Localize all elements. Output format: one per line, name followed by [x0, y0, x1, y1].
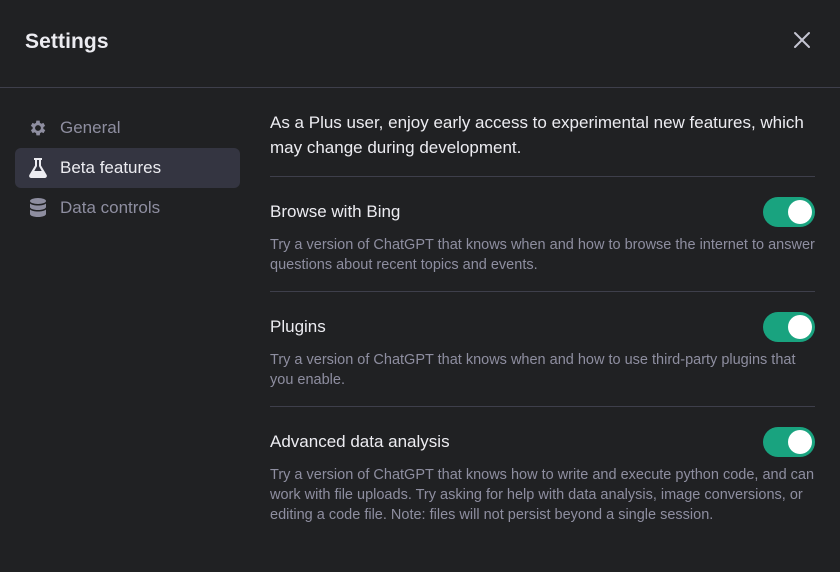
- intro-text: As a Plus user, enjoy early access to ex…: [270, 110, 815, 177]
- toggle-knob: [788, 430, 812, 454]
- sidebar-item-beta-features[interactable]: Beta features: [15, 148, 240, 188]
- settings-sidebar: General Beta features Data controls: [15, 108, 240, 228]
- dialog-header: Settings: [0, 0, 840, 88]
- sidebar-item-label: General: [60, 118, 121, 137]
- gear-icon: [27, 117, 49, 139]
- plugins-toggle[interactable]: [763, 312, 815, 342]
- feature-plugins: Plugins Try a version of ChatGPT that kn…: [270, 292, 815, 407]
- close-icon: [793, 31, 811, 54]
- browse-with-bing-toggle[interactable]: [763, 197, 815, 227]
- feature-row: Browse with Bing: [270, 197, 815, 227]
- feature-description: Try a version of ChatGPT that knows how …: [270, 467, 815, 523]
- dialog-title: Settings: [25, 30, 109, 53]
- toggle-knob: [788, 315, 812, 339]
- sidebar-item-data-controls[interactable]: Data controls: [15, 188, 240, 228]
- feature-description: Try a version of ChatGPT that knows when…: [270, 352, 796, 388]
- feature-title: Browse with Bing: [270, 202, 401, 221]
- feature-row: Plugins: [270, 312, 815, 342]
- sidebar-item-general[interactable]: General: [15, 108, 240, 148]
- feature-title: Advanced data analysis: [270, 432, 450, 451]
- sidebar-item-label: Data controls: [60, 198, 161, 217]
- toggle-knob: [788, 200, 812, 224]
- settings-dialog: Settings General Beta features Data cont…: [0, 0, 840, 572]
- database-icon: [27, 197, 49, 219]
- feature-description: Try a version of ChatGPT that knows when…: [270, 237, 815, 273]
- advanced-data-analysis-toggle[interactable]: [763, 427, 815, 457]
- flask-icon: [27, 157, 49, 179]
- close-button[interactable]: [788, 28, 816, 56]
- feature-advanced-data-analysis: Advanced data analysis Try a version of …: [270, 407, 815, 541]
- feature-browse-with-bing: Browse with Bing Try a version of ChatGP…: [270, 177, 815, 292]
- feature-title: Plugins: [270, 317, 326, 336]
- beta-features-panel: As a Plus user, enjoy early access to ex…: [270, 110, 815, 541]
- sidebar-item-label: Beta features: [60, 158, 162, 177]
- feature-row: Advanced data analysis: [270, 427, 815, 457]
